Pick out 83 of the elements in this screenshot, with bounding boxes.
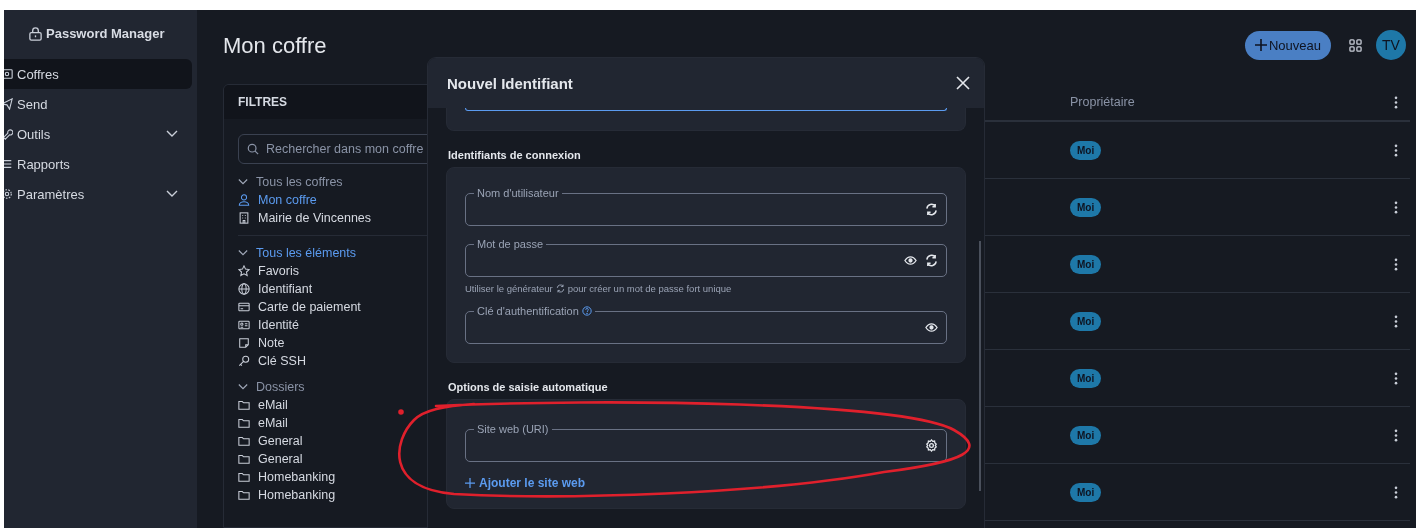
field-label: Mot de passe [477,237,544,251]
filter-item[interactable]: Mairie de Vincennes [238,209,492,227]
regenerate-icon [555,284,565,293]
field-label: Nom d'utilisateur [477,186,559,200]
chevron-down-icon [166,190,178,198]
note-icon [238,337,250,349]
lock-icon [28,26,43,41]
wrench-icon [4,128,13,140]
close-icon[interactable] [956,76,970,90]
building-icon [238,212,250,224]
settings-icon [4,188,13,200]
owner-badge: Moi [1070,483,1102,502]
app-grid-icon[interactable] [1349,38,1362,52]
owner-badge: Moi [1070,255,1102,274]
chevron-down-icon [238,177,248,187]
folder-icon [238,453,250,465]
more-options-icon[interactable] [1394,428,1398,442]
section-title: Options de saisie automatique [448,381,609,393]
field-label: Site web (URI) [477,422,549,436]
help-icon[interactable] [581,306,592,316]
page-title: Mon coffre [223,33,327,60]
vault-icon [4,68,13,80]
folder-icon [238,471,250,483]
filter-item[interactable]: Clé SSH [238,352,492,370]
scrollbar[interactable] [979,241,981,491]
app-name: Password Manager [46,26,165,41]
field-label: Clé d'authentification [477,304,579,318]
search-icon [247,143,259,155]
annotation-dot [398,409,404,415]
more-options-icon[interactable] [1394,257,1398,271]
section-title: Identifiants de connexion [448,149,582,161]
key-icon [238,355,250,367]
owner-badge: Moi [1070,141,1102,160]
id-card-icon [238,319,250,331]
filter-item[interactable]: eMail [238,396,492,414]
more-options-icon[interactable] [1394,371,1398,385]
nav-item[interactable]: Coffres [4,59,192,89]
list-icon [4,158,13,170]
filters-title: FILTRES [238,95,288,109]
owner-badge: Moi [1070,198,1102,217]
owner-badge: Moi [1070,426,1102,445]
star-icon [238,265,250,277]
person-icon [238,194,250,206]
owner-badge: Moi [1070,369,1102,388]
plus-icon [465,478,475,488]
nav-item[interactable]: Paramètres [4,179,192,209]
paper-plane-icon [4,98,13,110]
avatar[interactable]: TV [1376,30,1406,60]
column-header: Propriétaire [1070,95,1135,109]
more-options-icon[interactable] [1394,200,1398,214]
owner-badge: Moi [1070,312,1102,331]
folder-icon [238,417,250,429]
more-options-icon[interactable] [1394,95,1398,109]
chevron-down-icon [238,382,248,392]
regenerate-icon[interactable] [925,203,938,216]
nav-item[interactable]: Send [4,89,192,119]
regenerate-icon[interactable] [925,254,938,267]
hint-text: Utiliser le générateur [465,283,553,294]
filter-item[interactable]: Note [238,334,492,352]
filter-item[interactable]: Identité [238,316,492,334]
filter-item[interactable]: General [238,450,492,468]
more-options-icon[interactable] [1394,143,1398,157]
folder-icon [238,399,250,411]
input-field[interactable] [465,108,947,111]
new-button[interactable]: Nouveau [1244,30,1331,60]
eye-icon[interactable] [904,254,917,267]
dialog-title: Nouvel Identifiant [447,74,573,92]
folder-icon [238,435,250,447]
filter-item[interactable]: Favoris [238,262,492,280]
nav-item[interactable]: Rapports [4,149,192,179]
hint-text: pour créer un mot de passe fort unique [567,283,732,294]
settings-icon[interactable] [925,439,938,452]
folder-icon [238,489,250,501]
more-options-icon[interactable] [1394,314,1398,328]
chevron-down-icon [238,248,248,258]
more-options-icon[interactable] [1394,485,1398,499]
chevron-down-icon [166,130,178,138]
plus-icon [1254,39,1267,51]
eye-icon[interactable] [925,321,938,334]
credit-card-icon [238,301,250,313]
globe-icon [238,283,250,295]
add-website-link[interactable]: Ajouter le site web [465,476,947,490]
nav-item[interactable]: Outils [4,119,192,149]
